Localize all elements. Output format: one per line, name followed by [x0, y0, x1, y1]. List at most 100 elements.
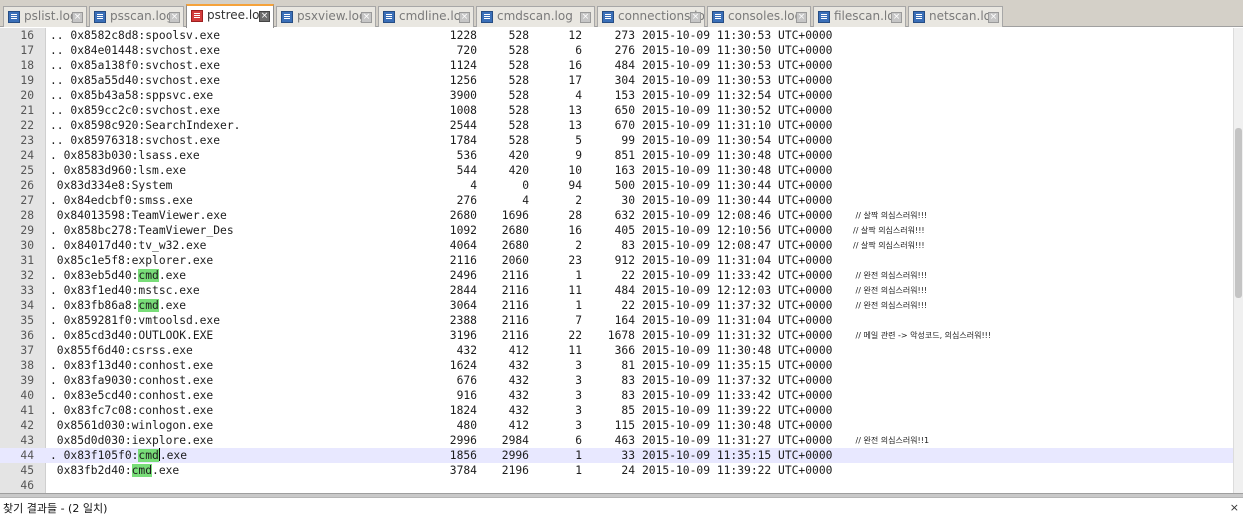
editor-line[interactable]: 18 .. 0x85a138f0:svchost.exe 1124 528 16 484 2… [0, 58, 1233, 73]
col-thds: 13 [568, 119, 582, 132]
editor-line[interactable]: 24 . 0x8583b030:lsass.exe 536 420 9 851 2015-1… [0, 148, 1233, 163]
editor-line[interactable]: 17 .. 0x84e01448:svchost.exe 720 528 6 276 201… [0, 43, 1233, 58]
col-time: 2015-10-09 11:31:04 UTC+0000 [642, 314, 833, 327]
editor-line[interactable]: 26 0x83d334e8:System 4 0 94 500 2015-10-09 11… [0, 178, 1233, 193]
tab-psscan[interactable]: psscan.log × [89, 6, 184, 27]
editor-line[interactable]: 37 0x855f6d40:csrss.exe 432 412 11 366 2015-1… [0, 343, 1233, 358]
editor-line[interactable]: 28 0x84013598:TeamViewer.exe 2680 1696 28 63… [0, 208, 1233, 223]
editor-line[interactable]: 27 . 0x84edcbf0:smss.exe 276 4 2 30 2015-10-09… [0, 193, 1233, 208]
editor-line[interactable]: 36 . 0x85cd3d40:OUTLOOK.EXE 3196 2116 22 1678… [0, 328, 1233, 343]
editor-line[interactable]: 43 0x85d0d030:iexplore.exe 2996 2984 6 463 20… [0, 433, 1233, 448]
tab-cmdscan[interactable]: cmdscan.log × [476, 6, 595, 27]
editor-line[interactable]: 30 . 0x84017d40:tv_w32.exe 4064 2680 2 83 2015… [0, 238, 1233, 253]
editor-line[interactable]: 19 .. 0x85a55d40:svchost.exe 1256 528 17 304 2… [0, 73, 1233, 88]
col-thds: 13 [568, 104, 582, 117]
close-tab-icon[interactable]: × [891, 12, 902, 23]
col-name: . 0x858bc278:TeamViewer_Des [50, 224, 234, 237]
col-pid: 1624 [449, 359, 477, 372]
col-time: 2015-10-09 12:12:03 UTC+0000 [642, 284, 833, 297]
scrollbar-thumb[interactable] [1235, 128, 1242, 298]
editor-line[interactable]: 25 . 0x8583d960:lsm.exe 544 420 10 163 2015-10… [0, 163, 1233, 178]
col-pid: 1008 [449, 104, 477, 117]
close-tab-icon[interactable]: × [690, 12, 701, 23]
close-tab-icon[interactable]: × [459, 12, 470, 23]
tab-consoles[interactable]: consoles.log × [707, 6, 811, 27]
close-tab-icon[interactable]: × [988, 12, 999, 23]
col-ppid: 2116 [501, 269, 529, 282]
col-thds: 1 [575, 269, 582, 282]
col-pid: 916 [456, 389, 477, 402]
col-ppid: 432 [508, 374, 529, 387]
col-thds: 3 [575, 419, 582, 432]
editor-line[interactable]: 23 .. 0x85976318:svchost.exe 1784 528 5 99 201… [0, 133, 1233, 148]
col-ppid: 2680 [501, 239, 529, 252]
editor-line[interactable]: 39 . 0x83fa9030:conhost.exe 676 432 3 83 2015-… [0, 373, 1233, 388]
editor-line[interactable]: 38 . 0x83f13d40:conhost.exe 1624 432 3 81 2015… [0, 358, 1233, 373]
editor-line[interactable]: 20 .. 0x85b43a58:sppsvc.exe 3900 528 4 153 201… [0, 88, 1233, 103]
close-tab-icon[interactable]: × [796, 12, 807, 23]
tab-psxview[interactable]: psxview.log × [276, 6, 376, 27]
tab-cmdline[interactable]: cmdline.log × [378, 6, 474, 27]
col-thds: 23 [568, 254, 582, 267]
col-pid: 4064 [449, 239, 477, 252]
editor-line[interactable]: 35 . 0x859281f0:vmtoolsd.exe 2388 2116 7 164 2… [0, 313, 1233, 328]
col-name: .. 0x85a138f0:svchost.exe [50, 59, 221, 72]
col-time: 2015-10-09 11:37:32 UTC+0000 [642, 299, 833, 312]
editor-pane[interactable]: 16.. 0x8582c8d8:spoolsv.exe 1228 528 12 273 2… [0, 28, 1233, 493]
editor-line[interactable]: 46 [0, 478, 1233, 493]
col-ppid: 0 [522, 179, 529, 192]
line-number: 35 [20, 314, 34, 327]
col-hnds: 99 [621, 134, 635, 147]
col-time: 2015-10-09 12:08:46 UTC+0000 [642, 209, 833, 222]
col-hnds: 304 [614, 74, 635, 87]
editor-line[interactable]: 21 .. 0x859cc2c0:svchost.exe 1008 528 13 650 2… [0, 103, 1233, 118]
editor-line[interactable]: 33 . 0x83f1ed40:mstsc.exe 2844 2116 11 484 201… [0, 283, 1233, 298]
tab-pstree[interactable]: pstree.log × [186, 4, 274, 28]
editor-line[interactable]: 45 0x83fb2d40:cmd.exe 3784 2196 1 24 2015-10-… [0, 463, 1233, 478]
tab-pslist[interactable]: pslist.log × [3, 6, 87, 27]
col-pid: 1784 [449, 134, 477, 147]
search-match-highlight: cmd [138, 269, 159, 282]
col-thds: 22 [568, 329, 582, 342]
col-thds: 16 [568, 224, 582, 237]
col-pid: 3064 [449, 299, 477, 312]
col-pid: 720 [456, 44, 477, 57]
col-ppid: 528 [508, 44, 529, 57]
col-pid: 2496 [449, 269, 477, 282]
line-number: 33 [20, 284, 34, 297]
file-icon [281, 11, 293, 23]
editor-line[interactable]: 41 . 0x83fc7c08:conhost.exe 1824 432 3 85 2015… [0, 403, 1233, 418]
file-icon [602, 11, 614, 23]
col-ppid: 2196 [501, 464, 529, 477]
close-tab-icon[interactable]: × [169, 12, 180, 23]
close-tab-icon[interactable]: × [361, 12, 372, 23]
editor-line[interactable]: 31 0x85c1e5f8:explorer.exe 2116 2060 23 912 2… [0, 253, 1233, 268]
tab-filescan[interactable]: filescan.log × [813, 6, 906, 27]
editor-line[interactable]: 16 .. 0x8582c8d8:spoolsv.exe 1228 528 12 273 2… [0, 28, 1233, 43]
editor-line[interactable]: 44 . 0x83f105f0:cmd.exe 1856 2996 1 33 2015-10… [0, 448, 1233, 463]
close-tab-icon[interactable]: × [580, 12, 591, 23]
tab-connections[interactable]: connections.log × [597, 6, 705, 27]
vertical-scrollbar[interactable] [1233, 28, 1243, 493]
editor-line[interactable]: 40 . 0x83e5cd40:conhost.exe 916 432 3 83 2015-… [0, 388, 1233, 403]
editor-line[interactable]: 42 0x8561d030:winlogon.exe 480 412 3 115 2015… [0, 418, 1233, 433]
editor-line[interactable]: 22 .. 0x8598c920:SearchIndexer. 2544 528 13 6… [0, 118, 1233, 133]
col-hnds: 276 [614, 44, 635, 57]
col-name: . 0x83f1ed40:mstsc.exe [50, 284, 200, 297]
col-ppid: 528 [508, 134, 529, 147]
line-number: 30 [20, 239, 34, 252]
col-name: . 0x85cd3d40:OUTLOOK.EXE [50, 329, 214, 342]
close-tab-icon[interactable]: × [259, 11, 270, 22]
col-hnds: 463 [614, 434, 635, 447]
col-hnds: 24 [621, 464, 635, 477]
col-ppid: 2996 [501, 449, 529, 462]
col-hnds: 22 [621, 299, 635, 312]
close-icon[interactable]: × [1230, 501, 1239, 514]
tab-netscan[interactable]: netscan.log × [908, 6, 1003, 27]
col-thds: 3 [575, 404, 582, 417]
close-tab-icon[interactable]: × [72, 12, 83, 23]
editor-line[interactable]: 34 . 0x83fb86a8:cmd.exe 3064 2116 1 22 2015-10… [0, 298, 1233, 313]
editor-line[interactable]: 32 . 0x83eb5d40:cmd.exe 2496 2116 1 22 2015-10… [0, 268, 1233, 283]
editor-line[interactable]: 29 . 0x858bc278:TeamViewer_Des 1092 2680 16 4… [0, 223, 1233, 238]
col-ppid: 2060 [501, 254, 529, 267]
